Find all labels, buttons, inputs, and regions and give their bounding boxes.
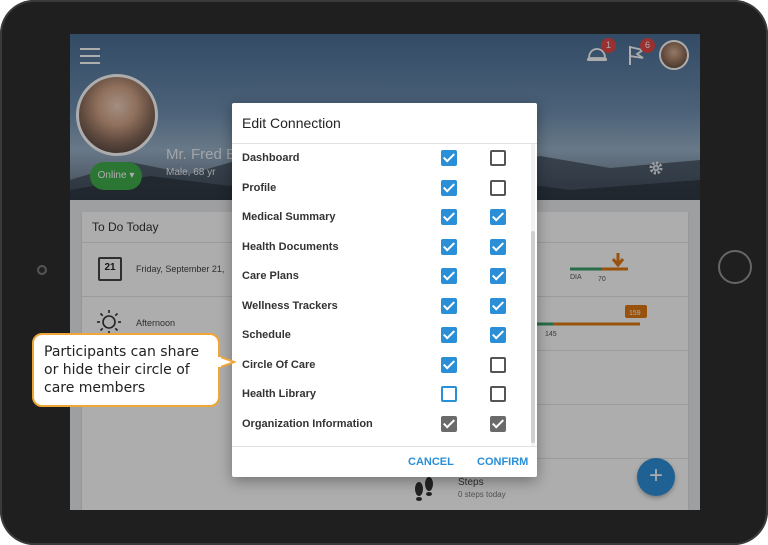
share-checkbox[interactable] bbox=[441, 209, 457, 225]
permission-label: Care Plans bbox=[242, 270, 299, 282]
hide-checkbox[interactable] bbox=[490, 209, 506, 225]
share-checkbox[interactable] bbox=[441, 238, 457, 255]
permission-row-dashboard: Dashboard bbox=[232, 144, 528, 174]
share-checkbox[interactable] bbox=[441, 179, 457, 196]
permission-row-health-library: Health Library bbox=[232, 380, 528, 410]
permission-row-circle-of-care: Circle Of Care bbox=[232, 351, 528, 381]
home-button[interactable] bbox=[718, 250, 752, 284]
hide-checkbox[interactable] bbox=[490, 386, 506, 402]
share-checkbox-disabled bbox=[441, 415, 457, 432]
tutorial-callout: Participants can share or hide their cir… bbox=[32, 333, 220, 407]
permission-label: Health Documents bbox=[242, 240, 339, 253]
permission-row-medical-summary: Medical Summary bbox=[232, 203, 528, 233]
permission-row-schedule: Schedule bbox=[232, 321, 528, 351]
share-checkbox[interactable] bbox=[441, 150, 457, 166]
share-checkbox[interactable] bbox=[441, 297, 457, 314]
permission-row-profile: Profile bbox=[232, 174, 528, 204]
hide-checkbox[interactable] bbox=[490, 179, 506, 196]
permission-label: Dashboard bbox=[242, 152, 300, 164]
share-checkbox[interactable] bbox=[441, 327, 457, 343]
share-checkbox[interactable] bbox=[441, 386, 457, 402]
share-checkbox[interactable] bbox=[441, 268, 457, 284]
confirm-button[interactable]: CONFIRM bbox=[477, 456, 528, 468]
permission-label: Circle Of Care bbox=[242, 358, 316, 371]
hide-checkbox[interactable] bbox=[490, 238, 506, 255]
callout-text: Participants can share or hide their cir… bbox=[44, 344, 200, 396]
hide-checkbox[interactable] bbox=[490, 297, 506, 314]
dialog-title: Edit Connection bbox=[242, 115, 341, 131]
hide-checkbox[interactable] bbox=[490, 268, 506, 284]
cancel-button[interactable]: CANCEL bbox=[408, 456, 454, 468]
share-checkbox[interactable] bbox=[441, 356, 457, 373]
permission-row-care-plans: Care Plans bbox=[232, 262, 528, 292]
permission-label: Schedule bbox=[242, 329, 291, 341]
permission-label: Profile bbox=[242, 181, 277, 194]
hide-checkbox[interactable] bbox=[490, 327, 506, 343]
hide-checkbox[interactable] bbox=[490, 356, 506, 373]
permission-row-health-documents: Health Documents bbox=[232, 233, 528, 263]
camera-dot bbox=[37, 265, 47, 275]
permission-label: Medical Summary bbox=[242, 211, 336, 223]
permission-label: Health Library bbox=[242, 388, 316, 400]
scrollbar-thumb[interactable] bbox=[531, 231, 535, 443]
callout-pointer bbox=[218, 355, 236, 369]
hide-checkbox[interactable] bbox=[490, 150, 506, 166]
tablet-frame: 1 6 Mr. Fred B Male, 68 yr Online ▾ To D… bbox=[0, 0, 768, 545]
hide-checkbox-disabled bbox=[490, 415, 506, 432]
permission-label: Wellness Trackers bbox=[242, 299, 338, 312]
edit-connection-dialog: Edit Connection Dashboard Profile Medica… bbox=[232, 103, 537, 477]
divider bbox=[232, 446, 537, 447]
permission-label: Organization Information bbox=[242, 417, 373, 430]
permission-row-wellness-trackers: Wellness Trackers bbox=[232, 292, 528, 322]
permission-list: Dashboard Profile Medical Summary Health… bbox=[232, 144, 537, 446]
permission-row-organization-information: Organization Information bbox=[232, 410, 528, 440]
